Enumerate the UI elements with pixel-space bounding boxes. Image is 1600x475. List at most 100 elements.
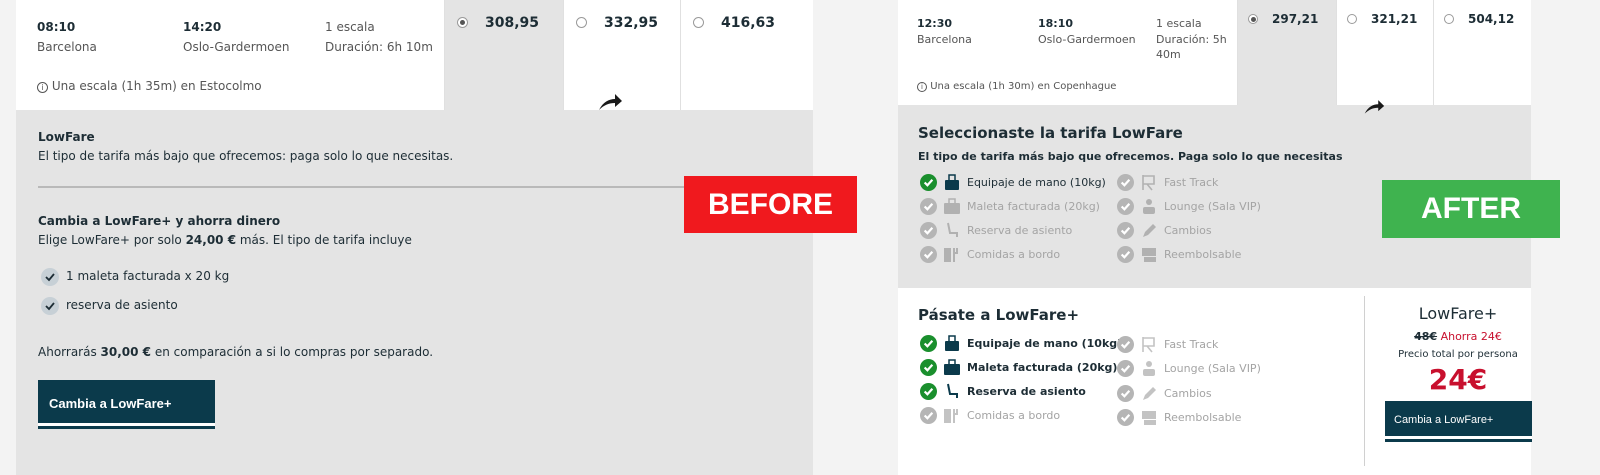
price-value-1: 308,95 (485, 15, 540, 31)
old-price: 48€ (1414, 330, 1438, 343)
check-icon (1117, 198, 1134, 215)
price-radio-2[interactable] (576, 17, 587, 28)
info-icon: i (37, 82, 48, 93)
flight-info: 08:10 Barcelona 14:20 Oslo-Gardermoen 1 … (16, 0, 444, 110)
carry-on-bag-icon (943, 335, 961, 352)
departure-city: Barcelona (37, 40, 97, 54)
feature-lounge: Lounge (Sala VIP) (1117, 198, 1261, 215)
switch-fare-button[interactable]: Cambia a LowFare+ (1385, 401, 1532, 439)
upsell-title: Cambia a LowFare+ y ahorra dinero (38, 214, 281, 228)
meal-icon (943, 407, 961, 424)
suitcase-icon (943, 198, 961, 215)
price-option-1[interactable]: 308,95 (444, 0, 563, 110)
price-radio-2[interactable] (1347, 14, 1357, 24)
big-price: 24€ (1428, 363, 1488, 396)
check-icon (920, 383, 937, 400)
check-icon (1117, 385, 1134, 402)
arrival-city: Oslo-Gardermoen (1038, 33, 1136, 46)
price-option-2[interactable]: 332,95 (563, 0, 680, 110)
fast-track-icon (1140, 336, 1158, 353)
feature-label: Cambios (1164, 387, 1212, 400)
feature-label: Equipaje de mano (10kg) (967, 337, 1123, 350)
price-option-3[interactable]: 416,63 (680, 0, 813, 110)
upsell-desc-pre: Elige LowFare+ por solo (38, 233, 186, 247)
check-icon (920, 174, 937, 191)
feature-label: Lounge (Sala VIP) (1164, 200, 1261, 213)
selected-fare-description: El tipo de tarifa más bajo que ofrecemos… (918, 150, 1343, 163)
card-prices: 48€ Ahorra 24€ (1398, 330, 1518, 343)
upgrade-feature-changes: Cambios (1117, 385, 1212, 402)
info-icon: i (917, 82, 927, 92)
check-icon (920, 222, 937, 239)
curved-arrow-icon (1364, 100, 1385, 114)
feature-changes: Cambios (1117, 222, 1212, 239)
flight-info: 12:30 Barcelona 18:10 Oslo-Gardermoen 1 … (898, 0, 1237, 105)
upsell-desc-amount: 24,00 € (185, 233, 237, 247)
departure-city: Barcelona (917, 33, 972, 46)
price-radio-3[interactable] (1444, 14, 1454, 24)
feature-label: Lounge (Sala VIP) (1164, 362, 1261, 375)
feature-label: Reembolsable (1164, 248, 1242, 261)
price-option-2[interactable]: 321,21 (1336, 0, 1433, 114)
fast-track-icon (1140, 174, 1158, 191)
stop-info-text: Una escala (1h 30m) en Copenhague (930, 81, 1117, 92)
check-icon (1117, 222, 1134, 239)
arrival-time: 18:10 (1038, 17, 1074, 30)
curved-arrow-icon (599, 94, 622, 110)
feature-refund: Reembolsable (1117, 246, 1241, 263)
duration: Duración: 6h 10m (325, 40, 433, 54)
seat-icon (943, 222, 961, 239)
price-value-1: 297,21 (1272, 12, 1319, 26)
price-option-3[interactable]: 504,12 (1433, 0, 1531, 105)
upgrade-feature-seat: Reserva de asiento (920, 383, 1086, 400)
lounge-icon (1140, 360, 1158, 377)
check-icon (1117, 360, 1134, 377)
check-icon (920, 359, 937, 376)
feature-label: Equipaje de mano (10kg) (967, 176, 1106, 189)
savings-pre: Ahorrarás (38, 345, 101, 359)
upgrade-feature-meals: Comidas a bordo (920, 407, 1060, 424)
price-value-3: 416,63 (721, 15, 776, 31)
check-icon (1117, 336, 1134, 353)
feature-checked-bag: Maleta facturada (20kg) (920, 198, 1100, 215)
check-icon (41, 268, 59, 286)
savings-text: Ahorrarás 30,00 € en comparación a si lo… (38, 345, 433, 359)
check-icon (1117, 174, 1134, 191)
stop-info-text: Una escala (1h 35m) en Estocolmo (51, 79, 262, 93)
feature-label: Reserva de asiento (967, 224, 1073, 237)
price-radio-1[interactable] (457, 17, 468, 28)
pencil-icon (1140, 385, 1158, 402)
savings-post: en comparación a si lo compras por separ… (151, 345, 434, 359)
price-radio-3[interactable] (693, 17, 704, 28)
price-radio-1[interactable] (1248, 14, 1258, 24)
upgrade-feature-lounge: Lounge (Sala VIP) (1117, 360, 1261, 377)
upgrade-title: Pásate a LowFare+ (918, 306, 1080, 324)
seat-icon (943, 383, 961, 400)
divider (1364, 296, 1365, 466)
included-item-2: reserva de asiento (66, 298, 178, 312)
after-badge: AFTER (1382, 180, 1560, 238)
upgrade-feature-refund: Reembolsable (1117, 409, 1241, 426)
suitcase-icon (943, 359, 961, 376)
feature-label: Maleta facturada (20kg) (967, 361, 1118, 374)
savings-price: Ahorra 24€ (1440, 330, 1502, 343)
price-option-1[interactable]: 297,21 (1237, 0, 1336, 105)
departure-time: 12:30 (917, 17, 953, 30)
included-item-1: 1 maleta facturada x 20 kg (66, 269, 230, 283)
check-icon (920, 335, 937, 352)
selected-fare-title: Seleccionaste la tarifa LowFare (918, 124, 1183, 142)
pencil-icon (1140, 222, 1158, 239)
check-icon (1117, 409, 1134, 426)
per-person-label: Precio total por persona (1398, 349, 1518, 360)
price-value-2: 332,95 (604, 15, 659, 31)
switch-fare-button[interactable]: Cambia a LowFare+ (38, 380, 215, 426)
upgrade-feature-checked-bag: Maleta facturada (20kg) (920, 359, 1117, 376)
stops: 1 escala (325, 20, 375, 34)
check-icon (1117, 246, 1134, 263)
duration-line2: 40m (1156, 48, 1181, 61)
check-icon (41, 297, 59, 315)
feature-carry-on: Equipaje de mano (10kg) (920, 174, 1106, 191)
feature-label: Comidas a bordo (967, 248, 1061, 261)
refund-icon (1140, 409, 1158, 426)
upgrade-section: Pásate a LowFare+ Equipaje de mano (10kg… (898, 288, 1532, 475)
